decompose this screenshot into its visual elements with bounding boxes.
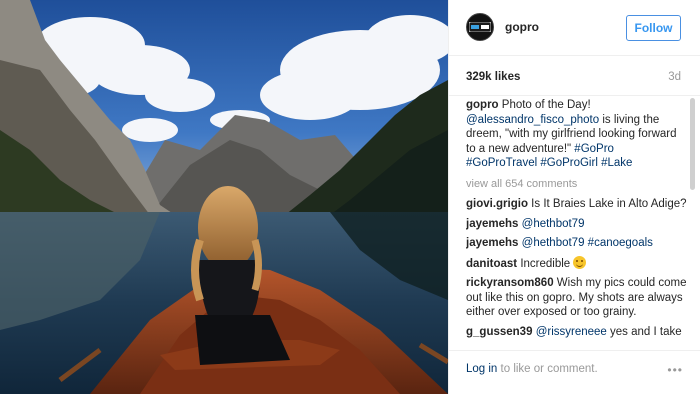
follow-button[interactable]: Follow xyxy=(626,15,681,41)
likes-row: 329k likes 3d xyxy=(449,56,700,96)
comment-text: Is It Braies Lake in Alto Adige? xyxy=(527,198,687,210)
more-options-icon[interactable]: ••• xyxy=(667,363,683,377)
avatar[interactable] xyxy=(466,13,494,41)
comment-text: Incredible xyxy=(517,257,574,270)
comment-username[interactable]: rickyransom860 xyxy=(466,277,554,289)
comment-mention[interactable]: @rissyreneee xyxy=(536,326,607,338)
comment-text-tail: yes and I take xyxy=(606,325,682,338)
username-link[interactable]: gopro xyxy=(505,20,539,34)
list-item: giovi.grigio Is It Braies Lake in Alto A… xyxy=(466,197,688,212)
post-header: gopro Follow xyxy=(449,0,700,56)
post-photo[interactable] xyxy=(0,0,448,394)
comment-username[interactable]: g_gussen39 xyxy=(466,326,532,338)
scrollbar-thumb[interactable] xyxy=(690,98,695,190)
comments-scrollbar[interactable] xyxy=(690,98,695,348)
comment-mention[interactable]: @hethbot79 xyxy=(522,218,585,230)
caption-text-1: Photo of the Day! xyxy=(498,99,591,111)
comment-username[interactable]: danitoast xyxy=(466,258,517,270)
comment-mention[interactable]: @hethbot79 #canoegoals xyxy=(522,237,653,249)
gopro-logo-icon xyxy=(469,22,491,32)
post-age[interactable]: 3d xyxy=(668,71,681,83)
list-item: jayemehs @hethbot79 #canoegoals xyxy=(466,236,688,251)
caption-username[interactable]: gopro xyxy=(466,99,499,111)
view-all-comments-link[interactable]: view all 654 comments xyxy=(466,177,688,192)
lake-boat-photo xyxy=(0,0,448,394)
comment-username[interactable]: jayemehs xyxy=(466,237,518,249)
comment-username[interactable]: giovi.grigio xyxy=(466,198,528,210)
login-link[interactable]: Log in xyxy=(466,363,497,375)
likes-count[interactable]: 329k likes xyxy=(466,71,520,83)
caption: gopro Photo of the Day! @alessandro_fisc… xyxy=(466,98,688,171)
list-item: jayemehs @hethbot79 xyxy=(466,217,688,232)
list-item: danitoast Incredible xyxy=(466,255,688,272)
login-prompt-text: to like or comment. xyxy=(497,363,598,375)
caption-mention[interactable]: @alessandro_fisco_photo xyxy=(466,114,599,126)
post-footer: Log in to like or comment. ••• xyxy=(449,350,700,394)
list-item: g_gussen39 @rissyreneee yes and I take xyxy=(466,325,688,340)
comments-list[interactable]: gopro Photo of the Day! @alessandro_fisc… xyxy=(466,98,688,348)
smiling-face-icon xyxy=(573,255,587,269)
login-prompt: Log in to like or comment. xyxy=(466,363,598,375)
comment-username[interactable]: jayemehs xyxy=(466,218,518,230)
post-sidebar: gopro Follow 329k likes 3d gopro Photo o… xyxy=(448,0,700,394)
list-item: rickyransom860 Wish my pics could come o… xyxy=(466,276,688,320)
